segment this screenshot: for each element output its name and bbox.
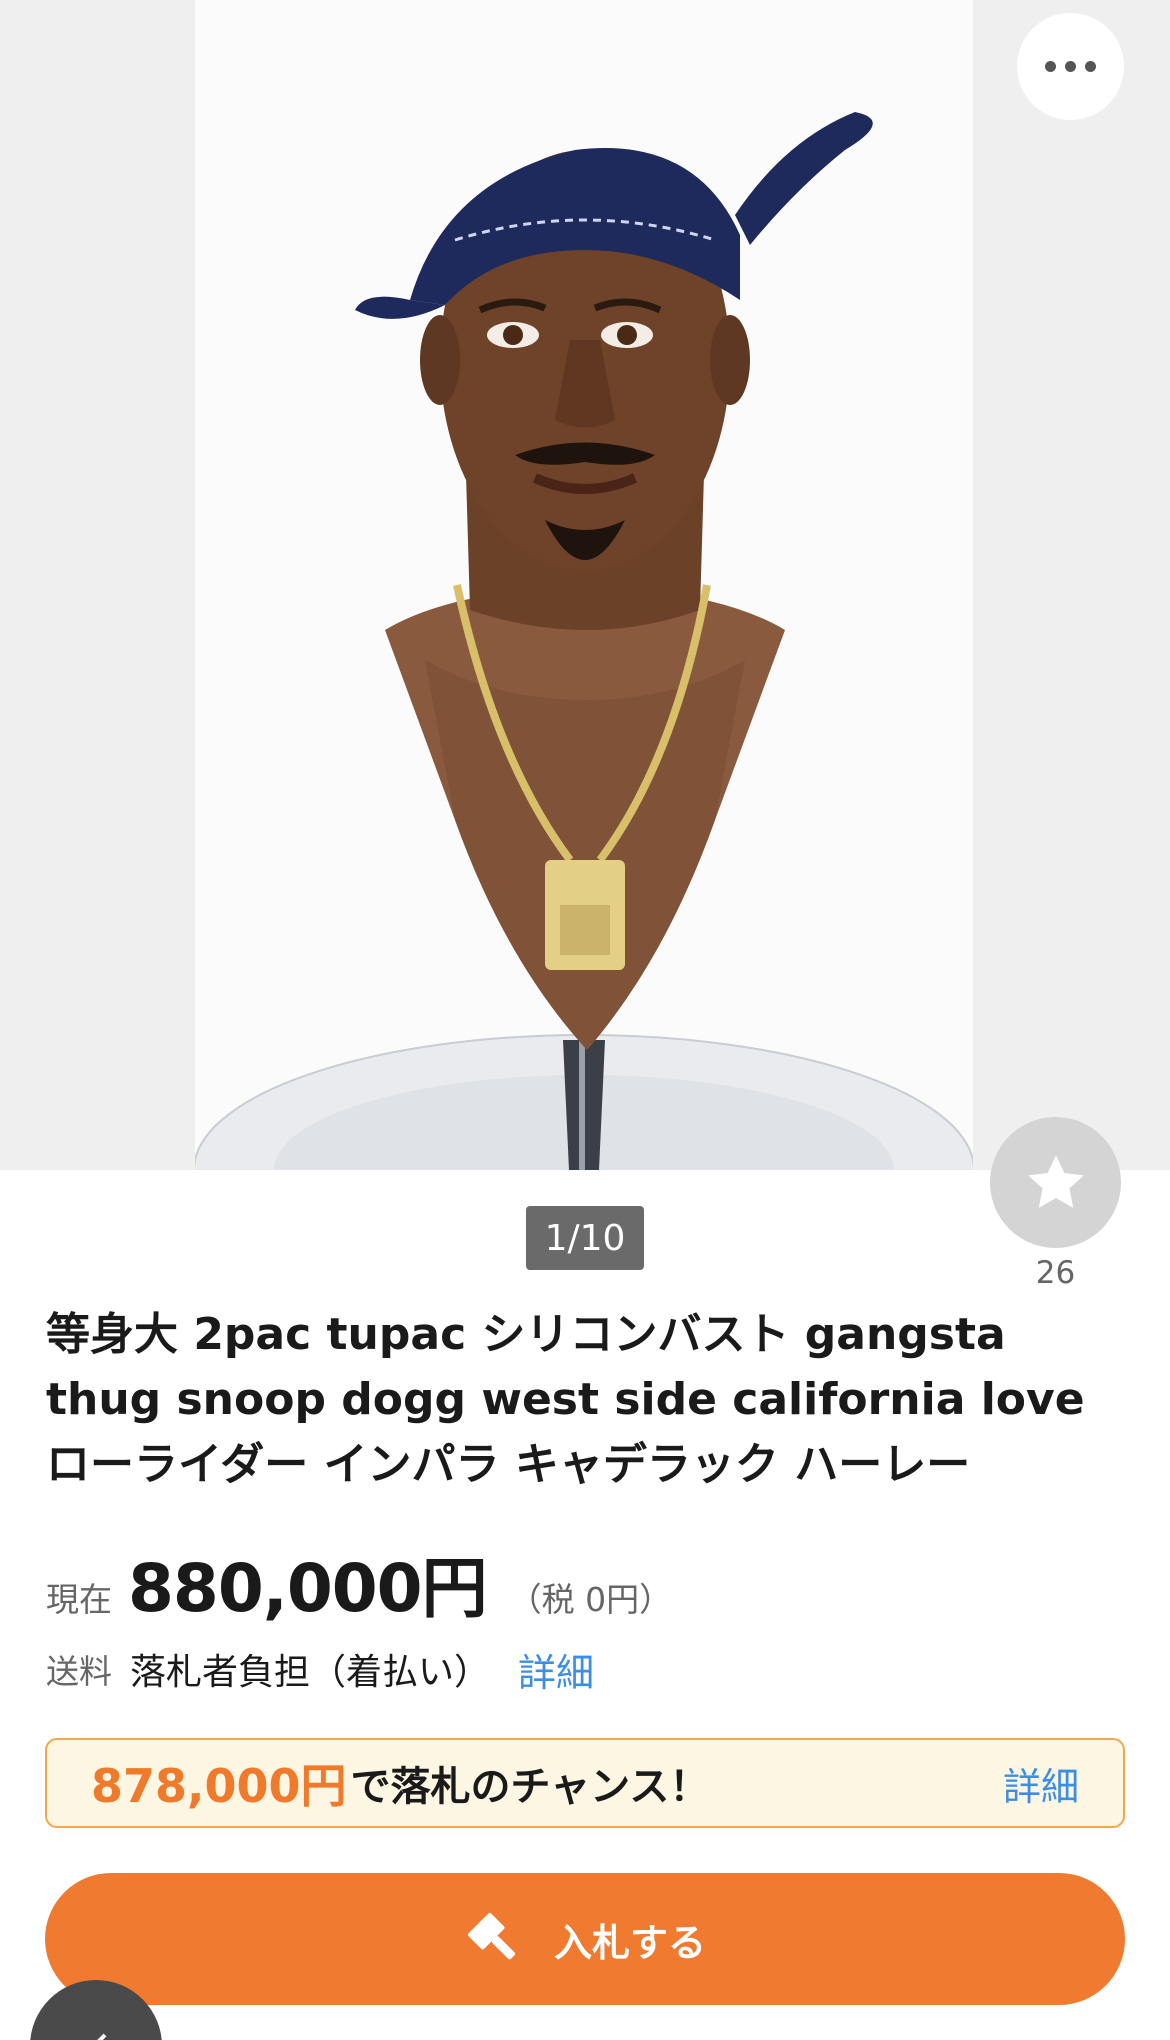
gavel-icon (467, 1912, 516, 1960)
price-value: 880,000円 (128, 1550, 488, 1627)
ellipsis-icon (1045, 61, 1056, 72)
price-tax: （税 0円） (508, 1580, 673, 1619)
current-price: 現在 880,000円 （税 0円） (46, 1535, 672, 1627)
price-label: 現在 (46, 1580, 112, 1619)
auction-item-page: 26 1/10 等身大 2pac tupac シリコンバスト gangsta t… (0, 0, 1170, 2040)
favorite-count: 26 (1035, 1255, 1076, 1291)
item-title: 等身大 2pac tupac シリコンバスト gangsta thug snoo… (46, 1302, 1126, 1497)
favorite-button[interactable] (990, 1117, 1121, 1248)
item-title-line: thug snoop dogg west side california lov… (46, 1374, 1085, 1425)
ellipsis-dot (1065, 61, 1076, 72)
image-counter: 1/10 (526, 1206, 644, 1270)
item-title-line: 等身大 2pac tupac シリコンバスト gangsta (46, 1309, 1006, 1360)
star-icon (1027, 1154, 1084, 1208)
buy-now-price: 878,000円 (91, 1759, 347, 1813)
floating-action-button[interactable] (30, 1980, 162, 2040)
item-title-line: ローライダー インパラ キャデラック ハーレー (46, 1439, 971, 1490)
more-options-button[interactable] (1017, 13, 1124, 120)
product-photo[interactable] (195, 0, 973, 1170)
pencil-icon (97, 2033, 107, 2040)
ellipsis-dot (1085, 61, 1096, 72)
shipping-info: 送料 落札者負担（着払い） 詳細 (46, 1643, 594, 1695)
shipping-value: 落札者負担（着払い） (130, 1652, 491, 1693)
image-gallery[interactable] (0, 0, 1170, 1170)
bid-button-label: 入札する (553, 1920, 706, 1965)
bust-illustration (195, 112, 973, 1170)
bid-button[interactable]: 入札する (45, 1873, 1125, 2005)
shipping-label: 送料 (46, 1652, 112, 1691)
shipping-detail-link[interactable]: 詳細 (518, 1642, 594, 1697)
buy-now-text: で落札のチャンス！ (350, 1764, 710, 1810)
buy-now-detail-link[interactable]: 詳細 (1003, 1756, 1079, 1811)
buy-now-banner[interactable]: 878,000円 で落札のチャンス！ 詳細 (45, 1738, 1125, 1828)
